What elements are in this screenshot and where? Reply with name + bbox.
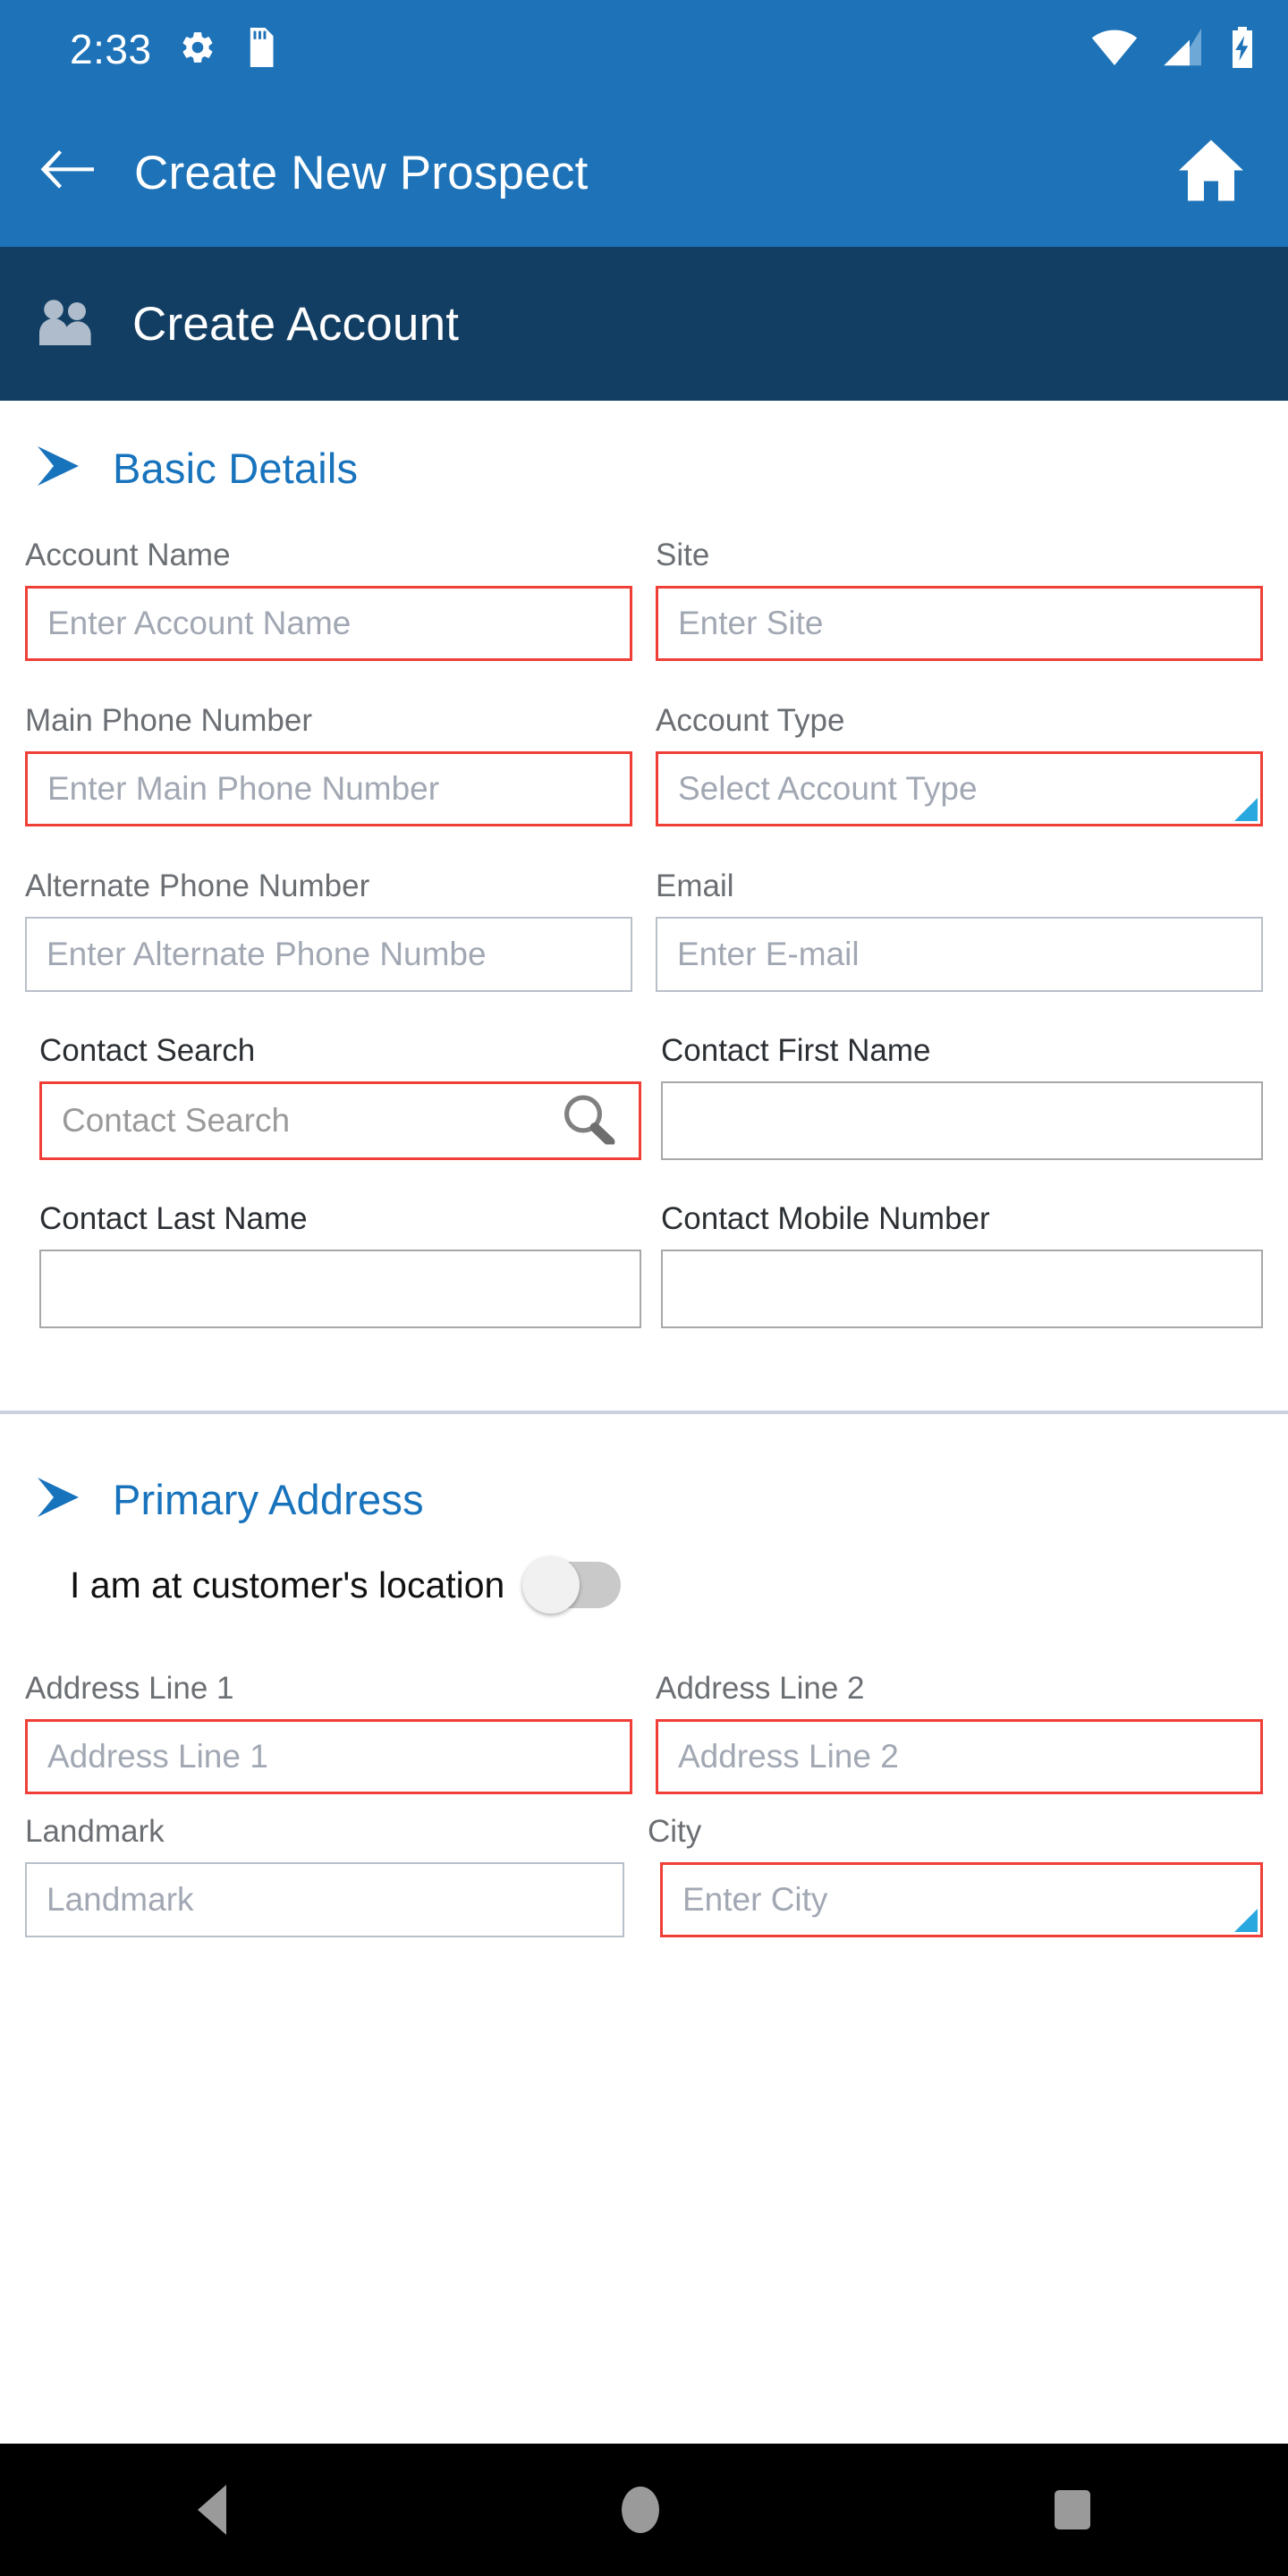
address-line-1-input[interactable]: Address Line 1	[25, 1719, 632, 1794]
android-nav-bar	[0, 2444, 1288, 2576]
form-row: Main Phone Number Enter Main Phone Numbe…	[0, 705, 1288, 826]
customer-location-toggle-row: I am at customer's location	[0, 1556, 1288, 1614]
status-bar-clock: 2:33	[70, 26, 152, 72]
form-row: Address Line 1 Address Line 1 Address Li…	[0, 1673, 1288, 1794]
toggle-knob	[522, 1556, 580, 1614]
field-group-contact-first-name: Contact First Name	[661, 1035, 1263, 1160]
section-title: Primary Address	[113, 1476, 424, 1523]
field-label: Account Name	[25, 538, 231, 572]
field-label: Contact Mobile Number	[661, 1201, 990, 1236]
gear-icon	[179, 29, 216, 71]
back-arrow-icon	[38, 148, 96, 198]
app-screen: 2:33 Create New Prospect Create Account …	[0, 0, 1288, 2576]
placeholder-text: Address Line 2	[678, 1738, 899, 1775]
app-bar: Create New Prospect	[0, 98, 1288, 247]
nav-back-triangle-icon[interactable]	[198, 2485, 226, 2535]
city-dropdown[interactable]: Enter City	[660, 1862, 1263, 1937]
placeholder-text: Enter City	[682, 1881, 828, 1918]
field-group-main-phone-number: Main Phone Number Enter Main Phone Numbe…	[25, 705, 632, 826]
section-header-basic-details[interactable]: Basic Details	[0, 444, 1288, 493]
field-group-contact-last-name: Contact Last Name	[39, 1203, 641, 1328]
main-phone-number-input[interactable]: Enter Main Phone Number	[25, 751, 632, 826]
field-label: Email	[656, 869, 734, 903]
placeholder-text: Enter Main Phone Number	[47, 770, 440, 807]
landmark-input[interactable]: Landmark	[25, 1862, 624, 1937]
placeholder-text: Enter Site	[678, 605, 824, 641]
field-label: Contact Last Name	[39, 1201, 308, 1236]
chevron-right-icon	[34, 1476, 82, 1523]
section-header-primary-address[interactable]: Primary Address	[0, 1475, 1288, 1524]
email-input[interactable]: Enter E-mail	[656, 917, 1263, 992]
sub-header-title: Create Account	[132, 297, 460, 351]
field-label: Account Type	[656, 703, 845, 738]
people-group-icon	[38, 297, 102, 352]
placeholder-text: Select Account Type	[678, 770, 978, 807]
form-row: Contact Last Name Contact Mobile Number	[0, 1203, 1288, 1328]
search-icon[interactable]	[560, 1093, 615, 1149]
sub-header: Create Account	[0, 247, 1288, 401]
dropdown-caret-icon	[1234, 798, 1258, 821]
field-label: Alternate Phone Number	[25, 869, 370, 903]
contact-first-name-input[interactable]	[661, 1081, 1263, 1160]
nav-home-circle-icon[interactable]	[622, 2487, 659, 2533]
placeholder-text: Contact Search	[62, 1102, 291, 1139]
field-label: Address Line 1	[25, 1671, 234, 1706]
field-group-address-line-1: Address Line 1 Address Line 1	[25, 1673, 632, 1794]
dropdown-caret-icon	[1234, 1909, 1258, 1932]
contact-mobile-number-input[interactable]	[661, 1250, 1263, 1328]
form-row: Contact Search Contact Search Contact Fi…	[0, 1035, 1288, 1160]
home-icon	[1177, 140, 1245, 207]
sd-card-icon	[243, 27, 274, 72]
field-group-contact-search: Contact Search Contact Search	[39, 1035, 641, 1160]
field-group-email: Email Enter E-mail	[656, 870, 1263, 992]
battery-charging-icon	[1227, 26, 1258, 72]
form-row: Landmark Landmark City Enter City	[0, 1816, 1288, 1937]
site-input[interactable]: Enter Site	[656, 586, 1263, 661]
cellular-signal-icon	[1161, 28, 1204, 71]
field-label: City	[648, 1814, 702, 1849]
status-bar-left: 2:33	[70, 26, 274, 72]
contact-search-input[interactable]: Contact Search	[39, 1081, 641, 1160]
placeholder-text: Enter Account Name	[47, 605, 352, 641]
placeholder-text: Landmark	[47, 1881, 194, 1918]
toggle-label: I am at customer's location	[70, 1563, 505, 1606]
field-label: Main Phone Number	[25, 703, 312, 738]
form-row: Account Name Enter Account Name Site Ent…	[0, 539, 1288, 661]
account-name-input[interactable]: Enter Account Name	[25, 586, 632, 661]
alternate-phone-number-input[interactable]: Enter Alternate Phone Numbe	[25, 917, 632, 992]
form-content: Basic Details Account Name Enter Account…	[0, 401, 1288, 2444]
field-label: Contact Search	[39, 1033, 256, 1068]
status-bar-right	[1091, 26, 1258, 72]
field-group-alternate-phone-number: Alternate Phone Number Enter Alternate P…	[25, 870, 632, 992]
field-label: Site	[656, 538, 710, 572]
field-label: Contact First Name	[661, 1033, 931, 1068]
placeholder-text: Address Line 1	[47, 1738, 268, 1775]
field-group-site: Site Enter Site	[656, 539, 1263, 661]
field-label: Address Line 2	[656, 1671, 865, 1706]
customer-location-toggle[interactable]	[522, 1556, 622, 1614]
placeholder-text: Enter Alternate Phone Numbe	[47, 936, 487, 972]
address-line-2-input[interactable]: Address Line 2	[656, 1719, 1263, 1794]
status-bar: 2:33	[0, 0, 1288, 98]
home-button[interactable]	[1177, 139, 1245, 208]
field-group-landmark: Landmark Landmark	[25, 1816, 624, 1937]
back-button[interactable]	[0, 148, 134, 198]
field-group-address-line-2: Address Line 2 Address Line 2	[656, 1673, 1263, 1794]
wifi-icon	[1091, 29, 1138, 71]
page-title: Create New Prospect	[134, 146, 589, 199]
section-title: Basic Details	[113, 445, 359, 492]
contact-last-name-input[interactable]	[39, 1250, 641, 1328]
field-group-account-type: Account Type Select Account Type	[656, 705, 1263, 826]
placeholder-text: Enter E-mail	[677, 936, 860, 972]
account-type-dropdown[interactable]: Select Account Type	[656, 751, 1263, 826]
field-group-city: City Enter City	[648, 1816, 1263, 1937]
nav-recents-square-icon[interactable]	[1055, 2490, 1090, 2529]
form-row: Alternate Phone Number Enter Alternate P…	[0, 870, 1288, 992]
chevron-right-icon	[34, 445, 82, 492]
field-group-account-name: Account Name Enter Account Name	[25, 539, 632, 661]
field-group-contact-mobile-number: Contact Mobile Number	[661, 1203, 1263, 1328]
field-label: Landmark	[25, 1814, 165, 1849]
